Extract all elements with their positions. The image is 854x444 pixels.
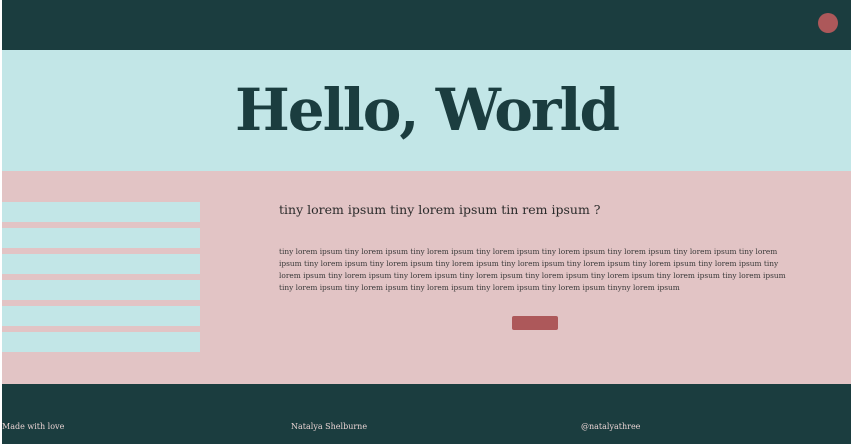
sidebar-item-4[interactable] — [2, 280, 200, 300]
footer-author-name: Natalya Shelburne — [291, 422, 368, 431]
footer-handle-link[interactable]: @natalyathree — [581, 422, 640, 432]
page-title: Hello, World — [234, 76, 620, 144]
sidebar-item-5[interactable] — [2, 306, 200, 326]
content-heading: tiny lorem ipsum tiny lorem ipsum tin re… — [279, 202, 601, 217]
circle-avatar-icon[interactable] — [818, 13, 838, 33]
footer: Made with love Natalya Shelburne @nataly… — [2, 384, 851, 444]
hero-banner: Hello, World — [2, 50, 851, 171]
sidebar-item-3[interactable] — [2, 254, 200, 274]
page: Hello, World tiny lorem ipsum tiny lorem… — [2, 0, 851, 444]
sidebar-list — [2, 202, 200, 358]
footer-made-with-love: Made with love — [2, 422, 65, 431]
top-bar — [2, 0, 851, 50]
content-section: tiny lorem ipsum tiny lorem ipsum tin re… — [2, 171, 851, 384]
sidebar-item-6[interactable] — [2, 332, 200, 352]
action-button[interactable] — [512, 316, 558, 330]
sidebar-item-1[interactable] — [2, 202, 200, 222]
content-body-text: tiny lorem ipsum tiny lorem ipsum tiny l… — [279, 247, 786, 292]
sidebar-item-2[interactable] — [2, 228, 200, 248]
